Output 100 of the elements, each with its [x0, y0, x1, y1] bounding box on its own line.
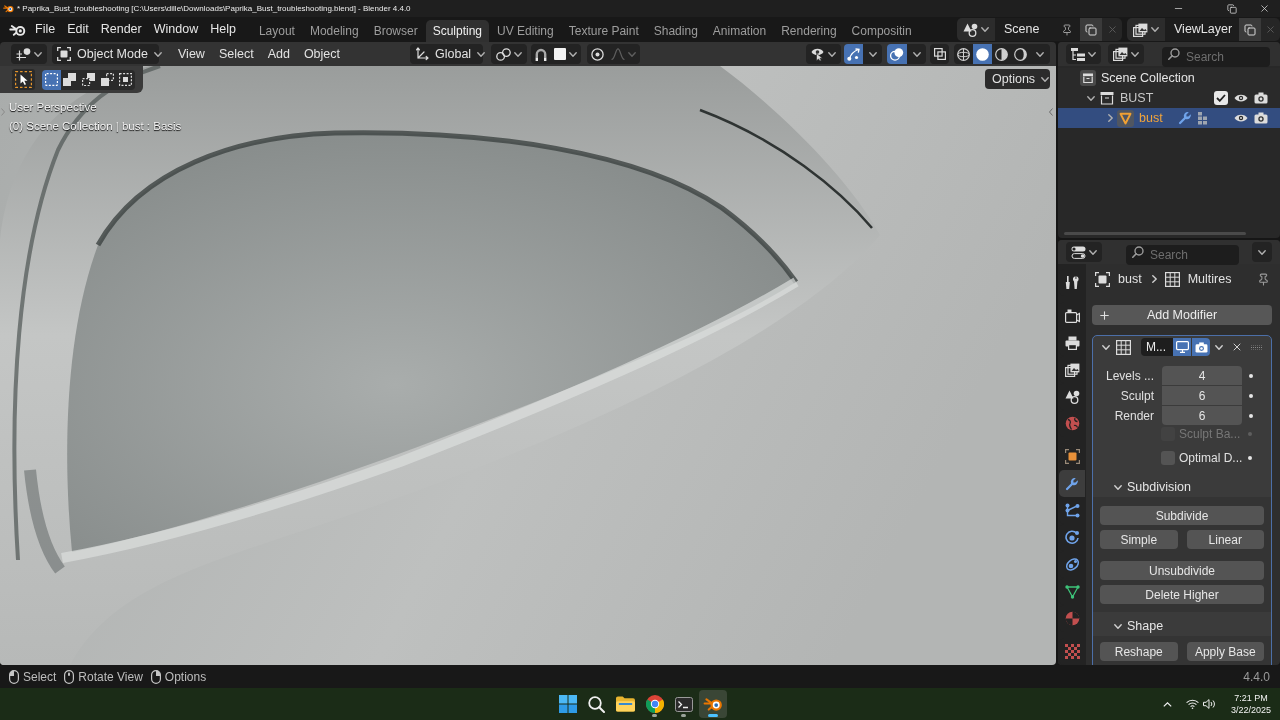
select-mode-button[interactable] — [97, 69, 117, 90]
keyframe-dot-icon[interactable] — [1249, 413, 1253, 418]
number-field[interactable]: 4 — [1162, 366, 1242, 385]
keyframe-dot-icon[interactable] — [1249, 393, 1253, 398]
overlays-dropdown[interactable] — [907, 44, 926, 64]
workspace-tab[interactable]: Texture Paint — [561, 20, 646, 42]
snap-toggle[interactable] — [531, 44, 550, 64]
editor-type-button[interactable] — [1066, 242, 1102, 262]
caret-icon[interactable] — [1107, 114, 1113, 122]
shading-mode-button[interactable] — [973, 44, 992, 64]
eye-icon[interactable] — [1234, 93, 1248, 103]
options-dropdown[interactable]: Options — [985, 69, 1050, 89]
pivot-dropdown[interactable] — [491, 44, 527, 64]
orientation-dropdown[interactable]: Global — [410, 44, 483, 64]
overlays-toggle[interactable] — [887, 44, 907, 64]
view-layer-type-button[interactable] — [1127, 18, 1165, 41]
action-button[interactable]: Reshape — [1100, 642, 1178, 661]
workspace-tab[interactable]: Layout — [251, 20, 302, 42]
add-modifier-button[interactable]: Add Modifier — [1092, 305, 1272, 325]
display-mode-button[interactable] — [1108, 44, 1144, 64]
caret-icon[interactable] — [1114, 484, 1122, 490]
number-field[interactable]: 6 — [1162, 406, 1242, 425]
action-button[interactable]: Delete Higher — [1100, 585, 1264, 604]
search-field[interactable]: Search — [1126, 245, 1239, 265]
wrench-icon[interactable] — [1178, 111, 1192, 125]
gizmo-dropdown[interactable] — [863, 44, 882, 64]
options-dropdown[interactable] — [1252, 242, 1272, 262]
action-button[interactable]: Unsubdivide — [1100, 561, 1264, 580]
workspace-tab[interactable]: UV Editing — [490, 20, 561, 42]
proportional-editing-toggle[interactable] — [587, 44, 607, 64]
scene-name-field[interactable]: Scene — [995, 18, 1080, 41]
chevron-up-icon[interactable] — [1163, 701, 1172, 707]
workspace-tab[interactable]: Animation — [705, 20, 774, 42]
select-mode-button[interactable] — [60, 69, 80, 90]
pin-icon[interactable] — [1061, 23, 1073, 36]
render-toggle[interactable] — [1192, 338, 1210, 356]
menu-item[interactable]: Object — [296, 44, 347, 64]
workspace-tab[interactable]: Browser — [366, 20, 425, 42]
dots-grid-icon[interactable] — [1198, 111, 1208, 125]
menu-item[interactable]: View — [171, 44, 212, 64]
pin-icon[interactable] — [1257, 272, 1270, 286]
action-button[interactable]: Linear — [1186, 530, 1264, 549]
close-icon[interactable] — [1259, 3, 1270, 14]
shading-mode-button[interactable] — [992, 44, 1011, 64]
properties-tab[interactable] — [1059, 470, 1085, 497]
select-mode-button[interactable] — [79, 69, 98, 90]
workspace-tab[interactable]: Modeling — [302, 20, 366, 42]
action-button[interactable]: Simple — [1100, 530, 1178, 549]
editor-type-button[interactable] — [1066, 44, 1101, 64]
select-tool-button[interactable] — [12, 69, 35, 90]
select-mode-button[interactable] — [116, 69, 135, 90]
snap-target-dropdown[interactable] — [550, 44, 581, 64]
menu-item[interactable]: Add — [260, 44, 297, 64]
view-layer-name-field[interactable]: ViewLayer — [1165, 18, 1240, 41]
mode-dropdown[interactable]: Object Mode — [52, 44, 159, 64]
camera-icon[interactable] — [1254, 112, 1268, 124]
speaker-icon[interactable] — [1203, 699, 1216, 709]
menu-item[interactable]: Edit — [61, 19, 95, 40]
xray-toggle[interactable] — [930, 44, 949, 64]
number-field[interactable]: 6 — [1162, 386, 1242, 405]
menu-item[interactable]: Help — [204, 19, 242, 40]
gizmo-toggle[interactable] — [844, 44, 863, 64]
editor-type-button[interactable] — [11, 44, 47, 64]
search-field[interactable]: Search — [1162, 47, 1270, 67]
outliner-row[interactable]: bust — [1058, 108, 1280, 128]
caret-icon[interactable] — [1087, 95, 1095, 101]
wifi-icon[interactable] — [1186, 699, 1199, 709]
checkbox[interactable] — [1161, 450, 1175, 465]
caret-icon[interactable] — [1102, 344, 1110, 350]
caret-icon[interactable] — [1114, 623, 1122, 629]
restore-icon[interactable] — [1227, 3, 1237, 14]
checkbox[interactable] — [1214, 91, 1228, 105]
copy-button[interactable] — [1239, 18, 1261, 41]
subpanel-title[interactable]: Shape — [1127, 616, 1164, 636]
menu-item[interactable]: Select — [211, 44, 261, 64]
keyframe-dot-icon[interactable] — [1248, 455, 1252, 460]
viewport-toggle[interactable] — [1173, 338, 1191, 356]
keyframe-dot-icon[interactable] — [1249, 373, 1253, 378]
shading-dropdown[interactable] — [1030, 44, 1050, 64]
menu-item[interactable]: Window — [147, 19, 205, 40]
menu-item[interactable]: Render — [94, 19, 148, 40]
select-mode-button[interactable] — [42, 69, 61, 90]
menu-item[interactable]: File — [29, 19, 62, 40]
close-icon[interactable] — [1231, 341, 1243, 353]
visibility-dropdown[interactable] — [806, 44, 841, 64]
workspace-tab[interactable]: Shading — [646, 20, 705, 42]
workspace-tab[interactable]: Compositin — [844, 20, 919, 42]
eye-icon[interactable] — [1234, 113, 1248, 123]
subpanel-title[interactable]: Subdivision — [1127, 477, 1191, 497]
action-button[interactable]: Subdivide — [1100, 506, 1264, 525]
drag-handle-icon[interactable] — [1251, 344, 1263, 350]
modifier-name-field[interactable]: M... — [1141, 338, 1173, 356]
workspace-tab[interactable]: Sculpting — [425, 20, 489, 42]
scene-type-button[interactable] — [957, 18, 995, 41]
taskbar-app-button[interactable] — [698, 690, 727, 718]
workspace-tab[interactable]: Rendering — [774, 20, 844, 42]
camera-icon[interactable] — [1254, 92, 1268, 104]
caret-icon[interactable] — [1215, 344, 1223, 350]
shading-mode-button[interactable] — [954, 44, 973, 64]
action-button[interactable]: Apply Base — [1186, 642, 1264, 661]
